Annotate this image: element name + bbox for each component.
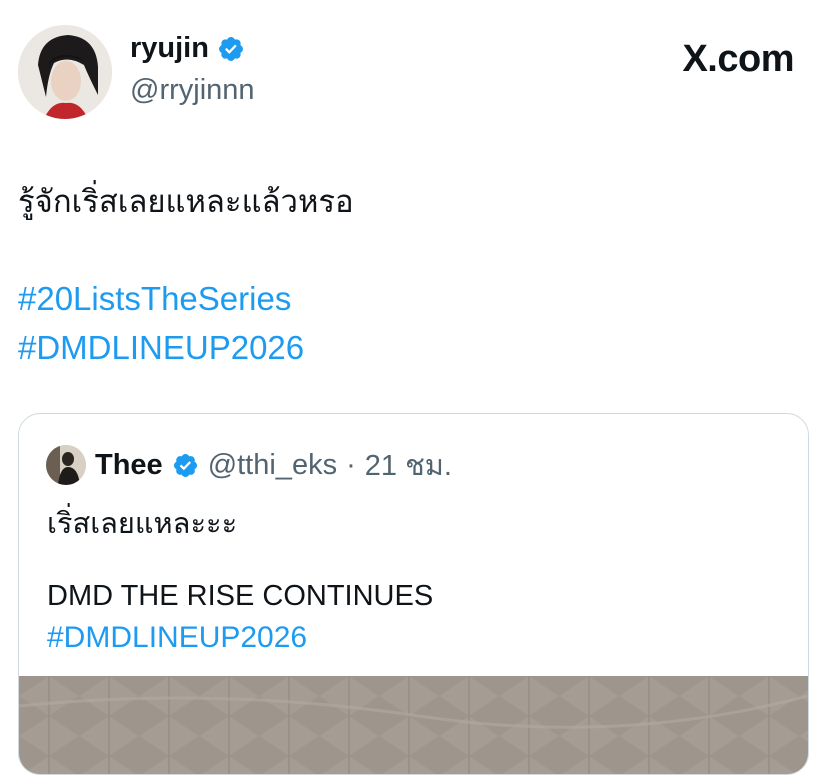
brand-label: X.com <box>682 38 794 80</box>
tweet-hashtags: #20ListsTheSeries #DMDLINEUP2026 <box>18 274 304 372</box>
author-avatar[interactable] <box>18 25 112 119</box>
quoted-avatar-image <box>46 445 86 485</box>
quoted-tweet-header: Thee @tthi_eks · 21 ชม. <box>46 442 452 488</box>
author-name[interactable]: ryujin <box>130 32 209 65</box>
quoted-media-image[interactable] <box>19 676 808 774</box>
author-handle[interactable]: @rryjinnn <box>130 74 255 107</box>
quoted-tweet-text-line2: DMD THE RISE CONTINUES <box>47 580 434 612</box>
hashtag-link[interactable]: #20ListsTheSeries <box>18 274 304 323</box>
quoted-tweet-text: เริ่สเลยแหละะะ <box>47 508 238 540</box>
hashtag-link[interactable]: #DMDLINEUP2026 <box>18 323 304 372</box>
quoted-author-handle[interactable]: @tthi_eks <box>208 449 337 482</box>
hashtag-link[interactable]: #DMDLINEUP2026 <box>47 621 307 655</box>
author-avatar-image <box>18 25 112 119</box>
brand-logo: X.com <box>682 38 794 81</box>
verified-badge-icon <box>219 36 243 61</box>
quoted-author-avatar[interactable] <box>46 445 86 485</box>
media-texture <box>19 676 808 774</box>
meta-separator: · <box>346 448 356 481</box>
author-name-row[interactable]: ryujin <box>130 32 245 65</box>
verified-badge-icon <box>173 453 197 477</box>
quoted-author-name[interactable]: Thee <box>95 449 163 482</box>
tweet-text: รู้จักเริ่สเลยแหละแล้วหรอ <box>18 184 354 219</box>
quoted-tweet-card[interactable]: Thee @tthi_eks · 21 ชม. เริ่สเลยแหละะะ D… <box>18 413 809 775</box>
quoted-timestamp[interactable]: 21 ชม. <box>365 442 452 488</box>
